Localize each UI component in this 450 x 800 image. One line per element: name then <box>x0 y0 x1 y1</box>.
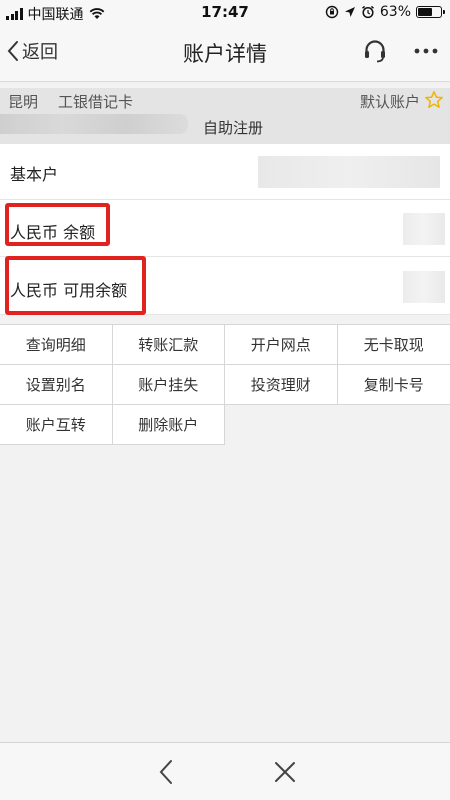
action-branch[interactable]: 开户网点 <box>225 325 338 365</box>
action-invest[interactable]: 投资理财 <box>225 365 338 405</box>
grid-filler <box>225 405 338 445</box>
alarm-icon <box>361 5 374 19</box>
masked-value <box>403 213 445 245</box>
action-inter-account-transfer[interactable]: 账户互转 <box>0 405 113 445</box>
action-grid: 查询明细 转账汇款 开户网点 无卡取现 设置别名 账户挂失 投资理财 复制卡号 … <box>0 324 450 445</box>
nav-actions <box>362 38 438 64</box>
account-city: 昆明 <box>8 93 39 111</box>
bottom-toolbar <box>0 742 450 800</box>
battery-icon <box>416 6 445 18</box>
register-label: 自助注册 <box>203 119 264 137</box>
row-basic-account: 基本户 <box>0 144 450 200</box>
masked-value <box>258 156 440 188</box>
headset-icon[interactable] <box>362 38 388 64</box>
action-cardless-withdraw[interactable]: 无卡取现 <box>337 325 450 365</box>
nav-bar: 返回 账户详情 <box>0 24 450 82</box>
masked-card-number <box>0 114 188 134</box>
location-icon <box>344 7 355 17</box>
chevron-left-icon[interactable] <box>155 759 177 785</box>
action-report-loss[interactable]: 账户挂失 <box>112 365 225 405</box>
action-set-alias[interactable]: 设置别名 <box>0 365 113 405</box>
orientation-lock-icon <box>325 5 339 19</box>
highlight-box-available <box>5 256 146 315</box>
battery-percent: 63% <box>379 4 411 20</box>
action-copy-card-number[interactable]: 复制卡号 <box>337 365 450 405</box>
action-transfer[interactable]: 转账汇款 <box>112 325 225 365</box>
highlight-box-balance <box>5 203 110 246</box>
default-account-label: 默认账户 <box>359 93 420 111</box>
status-right: 63% <box>325 4 445 20</box>
grid-filler <box>337 405 450 445</box>
status-bar: 中国联通 17:47 63% <box>0 0 450 24</box>
more-dots-icon[interactable] <box>414 47 438 55</box>
action-query-details[interactable]: 查询明细 <box>0 325 113 365</box>
close-icon[interactable] <box>274 761 296 783</box>
row-label: 基本户 <box>10 165 59 184</box>
masked-value <box>403 271 445 303</box>
action-delete-account[interactable]: 删除账户 <box>112 405 225 445</box>
star-icon[interactable] <box>424 90 444 114</box>
account-card-type: 工银借记卡 <box>58 93 134 111</box>
account-header: 昆明 工银借记卡 默认账户 自助注册 <box>0 88 450 144</box>
